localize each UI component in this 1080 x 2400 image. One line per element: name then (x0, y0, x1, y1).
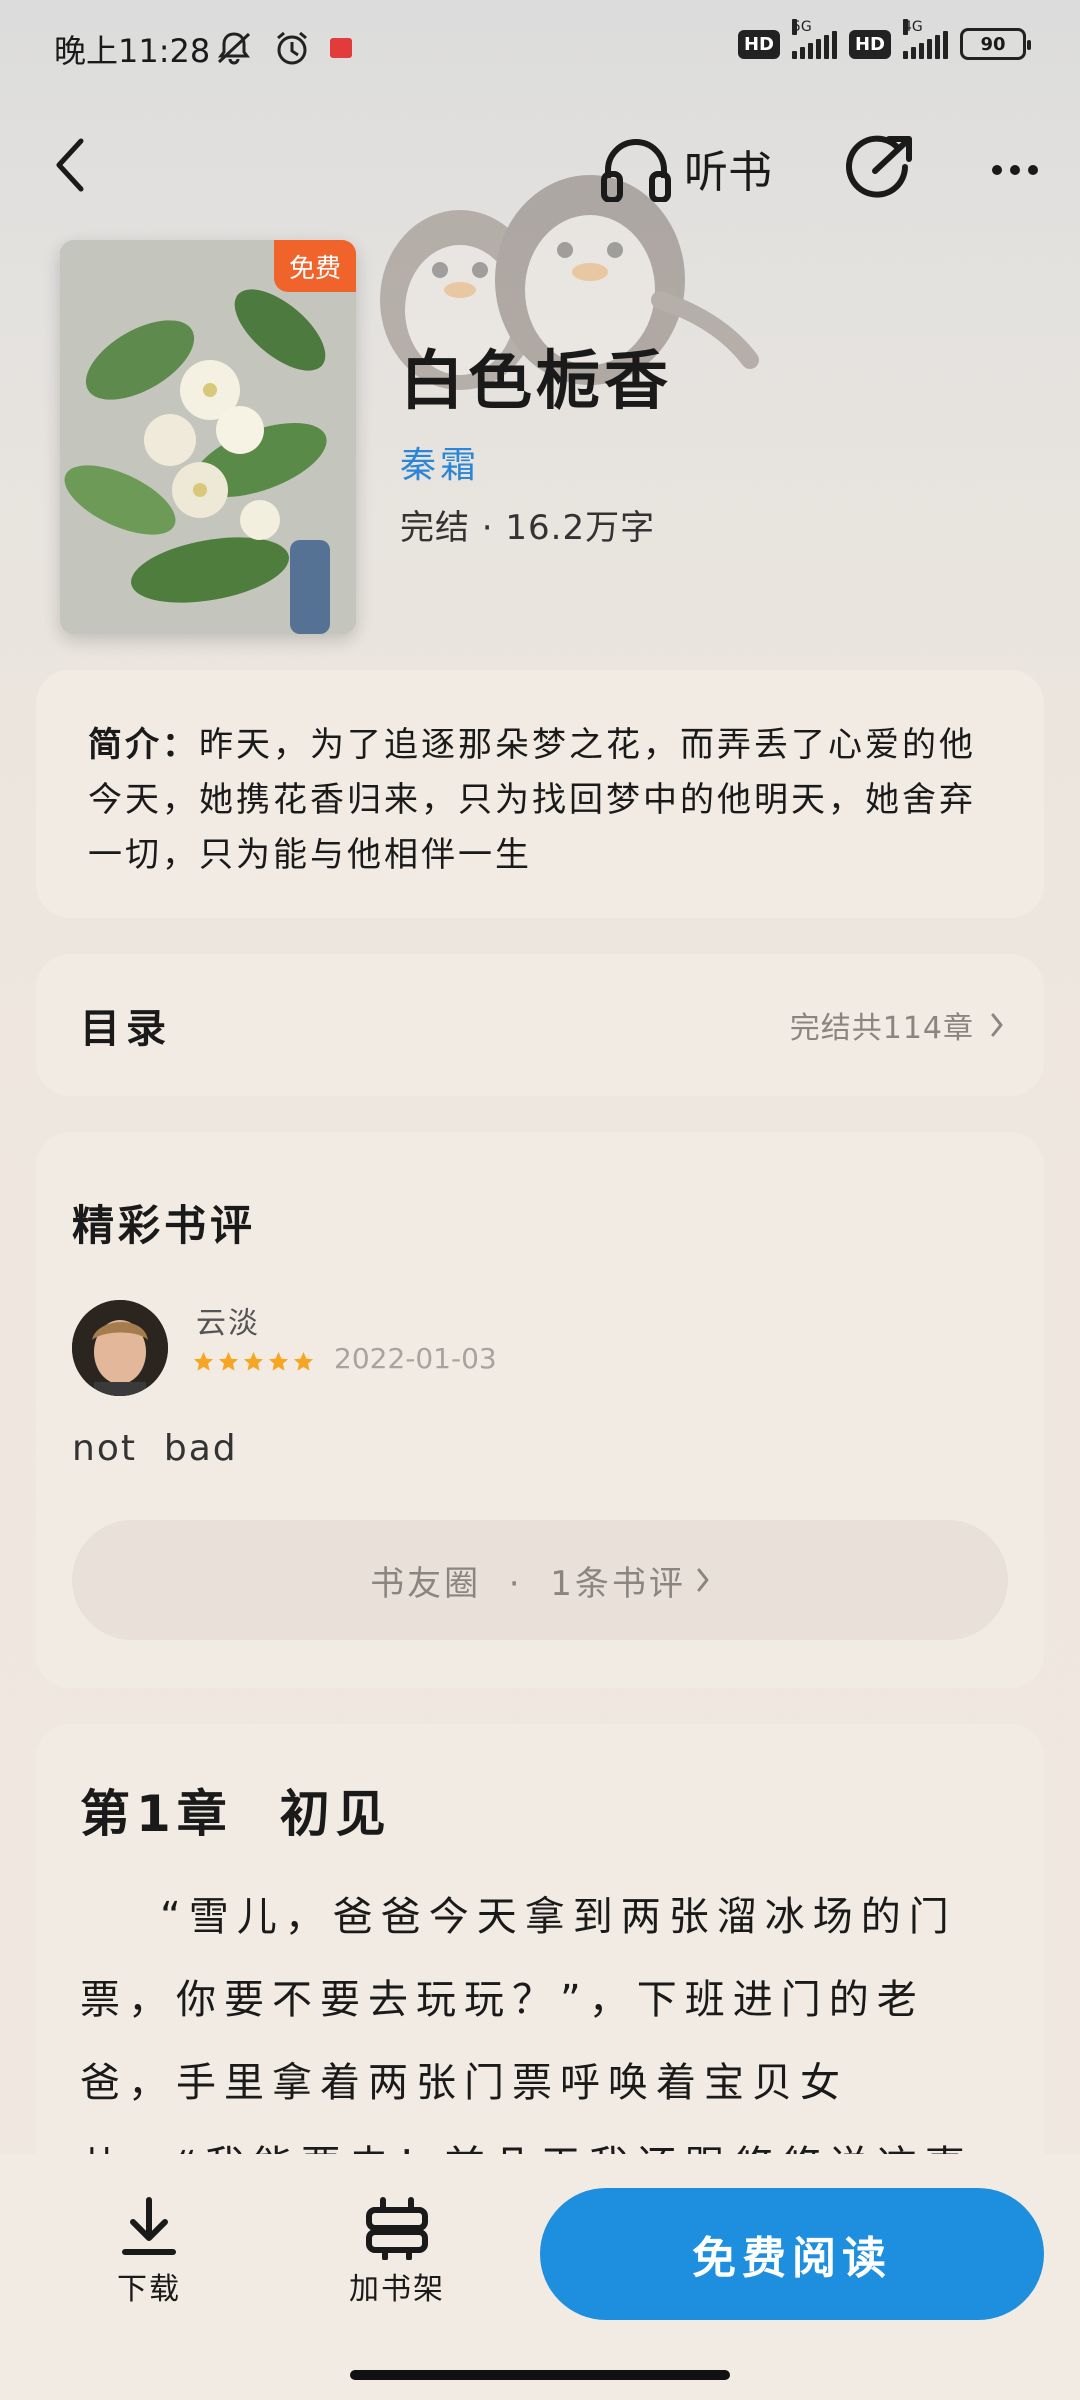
download-label: 下载 (117, 2272, 181, 2307)
network-label-2: 4G (903, 19, 923, 35)
hd-badge: HD (737, 29, 780, 59)
mute-icon (217, 32, 251, 65)
dot-icon (992, 165, 1002, 175)
reviews-title: 精彩书评 (72, 1201, 257, 1250)
home-indicator[interactable] (350, 2370, 730, 2380)
signal-5g-icon: 5G (791, 19, 837, 59)
toc-title: 目录 (80, 1006, 172, 1052)
free-read-button[interactable]: 免费阅读 (540, 2188, 1044, 2320)
add-to-shelf-label: 加书架 (349, 2272, 445, 2307)
headphones-icon (601, 139, 671, 202)
download-button[interactable]: 下载 (84, 2196, 214, 2308)
intro-text: 简介：昨天，为了追逐那朵梦之花，而弄丢了心爱的他今天，她携花香归来，只为找回梦中… (88, 718, 992, 883)
table-of-contents-row[interactable]: 目录 完结共114章 (36, 954, 1044, 1096)
network-label-1: 5G (791, 19, 812, 35)
star-icon (243, 1351, 264, 1371)
star-icon (293, 1351, 314, 1371)
book-circle-label: 书友圈 · 1条书评 (370, 1563, 686, 1604)
listen-label: 听书 (684, 147, 772, 198)
book-cover[interactable]: 免费 (60, 240, 356, 634)
share-icon[interactable] (845, 133, 915, 203)
status-bar: 晚上11:28 HD 5G HD 4G 90 (0, 0, 1080, 100)
free-badge: 免费 (274, 240, 356, 292)
review-text: not bad (72, 1428, 238, 1469)
alarm-icon (277, 31, 307, 65)
more-options-button[interactable] (980, 145, 1050, 195)
book-title: 白色栀香 (400, 345, 672, 419)
notification-app-icon (330, 38, 352, 58)
intro-label: 简介： (88, 725, 199, 765)
star-icon (193, 1351, 214, 1371)
book-circle-button[interactable]: 书友圈 · 1条书评 (72, 1520, 1008, 1640)
star-icon (218, 1351, 239, 1371)
status-right: HD 5G HD 4G 90 (737, 19, 1031, 60)
toc-chapter-count: 完结共114章 (789, 1011, 974, 1046)
battery-icon: 90 (960, 28, 1031, 60)
reviews-card: 精彩书评 云淡 2022-01-03 not bad 书友圈 · 1条书评 (36, 1132, 1044, 1688)
book-author[interactable]: 秦霜 (400, 436, 480, 488)
chapter-title: 第1章 初见 (80, 1785, 392, 1843)
signal-4g-icon: 4G (903, 19, 948, 59)
listen-button[interactable]: 听书 (600, 128, 772, 208)
avatar[interactable] (72, 1300, 168, 1396)
dot-icon (1010, 165, 1020, 175)
avatar-image (72, 1300, 168, 1396)
hd-badge-2: HD (848, 29, 891, 59)
chevron-right-icon (991, 1013, 1003, 1037)
book-meta: 完结 · 16.2万字 (400, 508, 656, 548)
intro-card[interactable]: 简介：昨天，为了追逐那朵梦之花，而弄丢了心爱的他今天，她携花香归来，只为找回梦中… (36, 670, 1044, 918)
toc-summary: 完结共114章 (790, 1003, 1004, 1047)
back-button[interactable] (40, 130, 100, 200)
review-date: 2022-01-03 (334, 1342, 497, 1375)
intro-body: 昨天，为了追逐那朵梦之花，而弄丢了心爱的他今天，她携花香归来，只为找回梦中的他明… (88, 725, 976, 875)
status-time: 晚上11:28 (54, 32, 211, 70)
reviewer-name: 云淡 (196, 1306, 260, 1341)
star-icon (268, 1351, 289, 1371)
battery-level: 90 (980, 33, 1006, 55)
download-icon (122, 2197, 176, 2255)
rating-stars (192, 1350, 315, 1373)
add-to-shelf-button[interactable]: 加书架 (332, 2196, 462, 2308)
cover-illustration (60, 240, 356, 634)
chevron-right-icon (697, 1568, 709, 1592)
chevron-left-icon (56, 138, 84, 192)
bookshelf-icon (366, 2197, 428, 2260)
dot-icon (1028, 165, 1038, 175)
